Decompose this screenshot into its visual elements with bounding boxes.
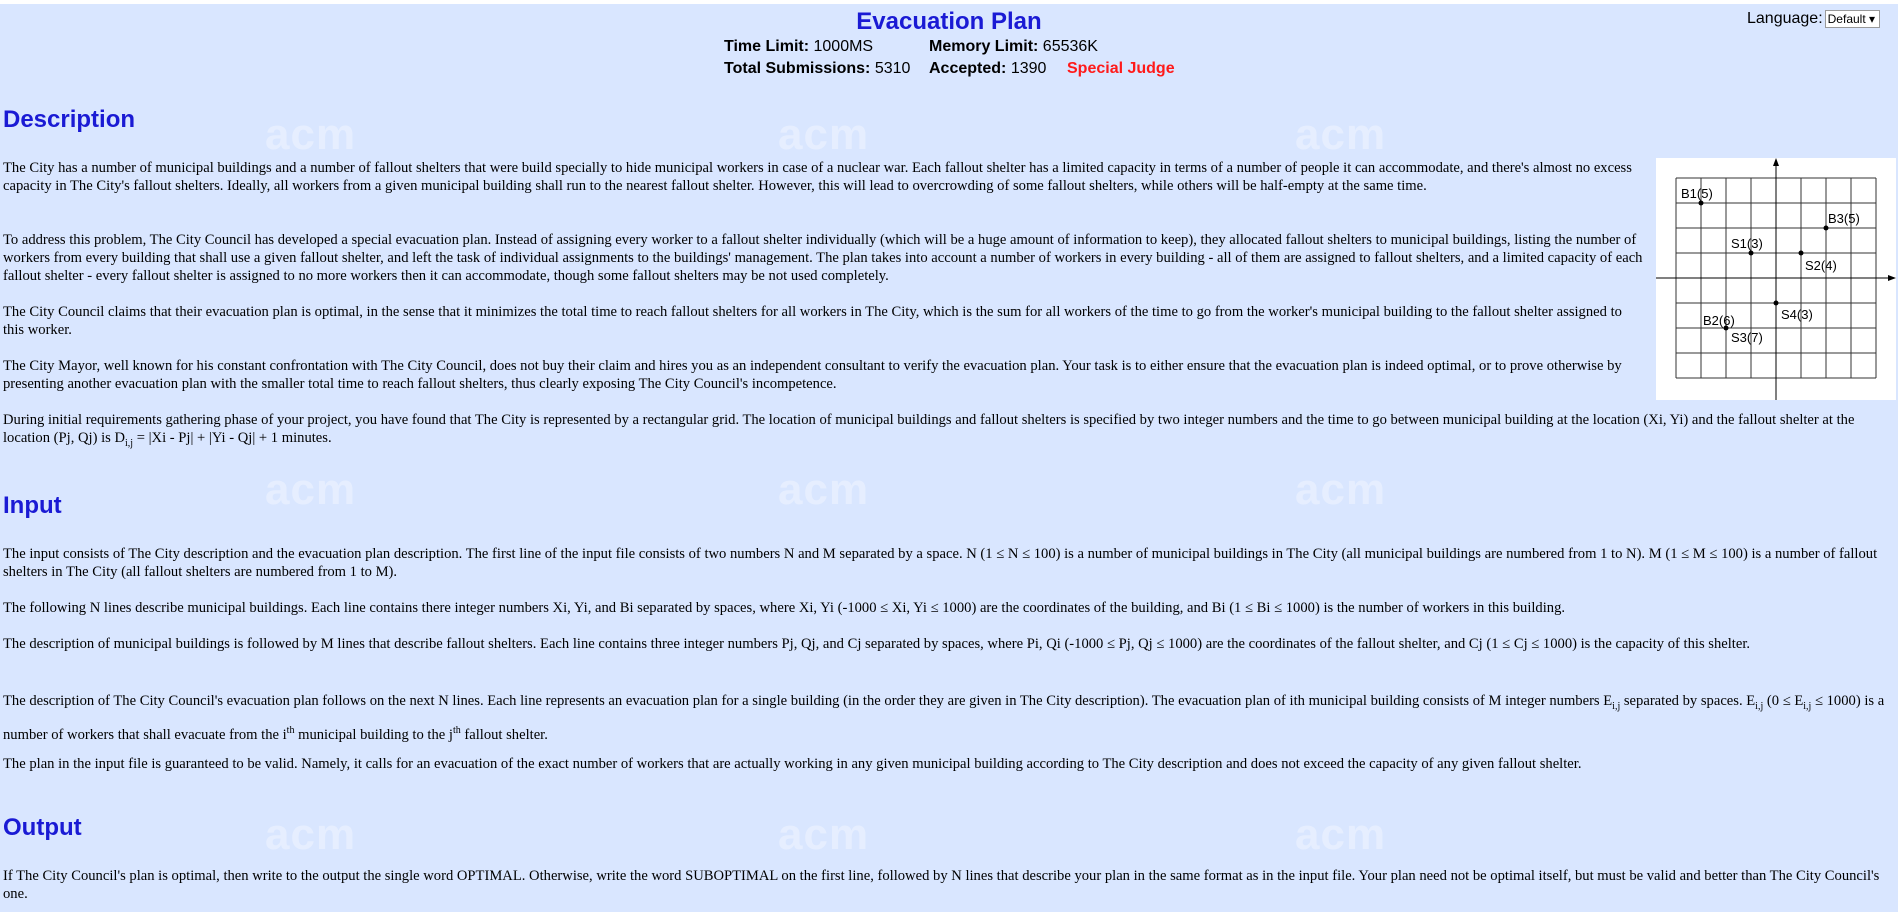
memory-limit-label: Memory Limit: bbox=[929, 38, 1039, 55]
city-grid-svg: B1(5) B3(5) S1(3) S2(4) S4(3) B2(6) S3(7… bbox=[1656, 158, 1896, 400]
description-paragraph-5: During initial requirements gathering ph… bbox=[3, 411, 1895, 453]
watermark-text: acm bbox=[265, 810, 357, 859]
total-submissions: Total Submissions: 5310 bbox=[724, 60, 910, 78]
time-limit: Time Limit: 1000MS bbox=[724, 38, 873, 56]
point-labels: B1(5) B3(5) S1(3) S2(4) S4(3) B2(6) S3(7… bbox=[1681, 186, 1860, 345]
input-paragraph-2: The following N lines describe municipal… bbox=[3, 600, 1566, 616]
special-judge-badge: Special Judge bbox=[1067, 60, 1175, 77]
input-paragraph-3: The description of municipal buildings i… bbox=[3, 636, 1751, 652]
label-b3: B3(5) bbox=[1828, 211, 1860, 226]
watermark-text: acm bbox=[1295, 110, 1387, 159]
point-s4 bbox=[1773, 300, 1779, 306]
city-grid-figure: B1(5) B3(5) S1(3) S2(4) S4(3) B2(6) S3(7… bbox=[1656, 158, 1896, 400]
time-limit-label: Time Limit: bbox=[724, 38, 810, 55]
language-select[interactable]: Default ▾ bbox=[1824, 10, 1881, 28]
y-axis-arrow-icon bbox=[1773, 158, 1779, 166]
memory-limit: Memory Limit: 65536K bbox=[929, 38, 1098, 56]
output-heading: Output bbox=[3, 814, 82, 841]
input-paragraph-5: The plan in the input file is guaranteed… bbox=[3, 756, 1582, 772]
label-s2: S2(4) bbox=[1805, 258, 1837, 273]
problem-title: Evacuation Plan bbox=[856, 8, 1042, 35]
memory-limit-value: 65536K bbox=[1042, 38, 1098, 55]
description-paragraph-3: The City Council claims that their evacu… bbox=[3, 304, 1622, 338]
dropdown-arrow-icon: ▾ bbox=[1869, 12, 1876, 26]
accepted-value: 1390 bbox=[1010, 60, 1047, 77]
watermark-text: acm bbox=[1295, 810, 1387, 859]
input-heading: Input bbox=[3, 492, 62, 519]
superscript: th bbox=[452, 724, 461, 736]
input-p4-text: (0 ≤ E bbox=[1763, 693, 1804, 709]
input-paragraph-1: The input consists of The City descripti… bbox=[3, 546, 1878, 580]
label-s1: S1(3) bbox=[1731, 236, 1763, 251]
input-p4-text: fallout shelter. bbox=[460, 726, 548, 743]
label-b1: B1(5) bbox=[1681, 186, 1713, 201]
point-s2 bbox=[1798, 250, 1804, 256]
description-p5-text: = |Xi - Pj| + |Yi - Qj| + 1 minutes. bbox=[133, 430, 332, 446]
accepted-label: Accepted: bbox=[929, 60, 1007, 77]
watermark-text: acm bbox=[778, 465, 870, 514]
point-b1 bbox=[1698, 200, 1704, 206]
watermark-text: acm bbox=[1295, 465, 1387, 514]
description-paragraph-2: To address this problem, The City Counci… bbox=[3, 232, 1643, 284]
point-s1 bbox=[1748, 250, 1754, 256]
label-b2: B2(6) bbox=[1703, 313, 1735, 328]
description-heading: Description bbox=[3, 106, 136, 133]
language-selector: Language: Default ▾ bbox=[1747, 10, 1881, 28]
input-p4-text: separated by spaces. E bbox=[1620, 693, 1756, 709]
watermark-text: acm bbox=[265, 110, 357, 159]
top-border bbox=[0, 0, 1898, 4]
language-label: Language: bbox=[1747, 10, 1823, 28]
watermark-text: acm bbox=[778, 110, 870, 159]
input-p4-text: The description of The City Council's ev… bbox=[3, 693, 1613, 709]
total-submissions-label: Total Submissions: bbox=[724, 60, 871, 77]
input-p4-text: municipal building to the j bbox=[294, 726, 453, 743]
output-paragraph-1: If The City Council's plan is optimal, t… bbox=[3, 868, 1880, 902]
label-s4: S4(3) bbox=[1781, 307, 1813, 322]
input-paragraph-4: The description of The City Council's ev… bbox=[3, 689, 1895, 747]
subscript: i,j bbox=[125, 437, 134, 449]
label-s3: S3(7) bbox=[1731, 330, 1763, 345]
watermark-text: acm bbox=[265, 465, 357, 514]
x-axis-arrow-icon bbox=[1888, 275, 1896, 281]
description-paragraph-4: The City Mayor, well known for his const… bbox=[3, 358, 1622, 392]
description-paragraph-1: The City has a number of municipal build… bbox=[3, 160, 1632, 194]
accepted: Accepted: 1390 bbox=[929, 60, 1046, 78]
total-submissions-value: 5310 bbox=[874, 60, 911, 77]
point-b3 bbox=[1823, 225, 1829, 231]
language-select-value: Default bbox=[1827, 12, 1866, 26]
time-limit-value: 1000MS bbox=[813, 38, 874, 55]
watermark-text: acm bbox=[778, 810, 870, 859]
